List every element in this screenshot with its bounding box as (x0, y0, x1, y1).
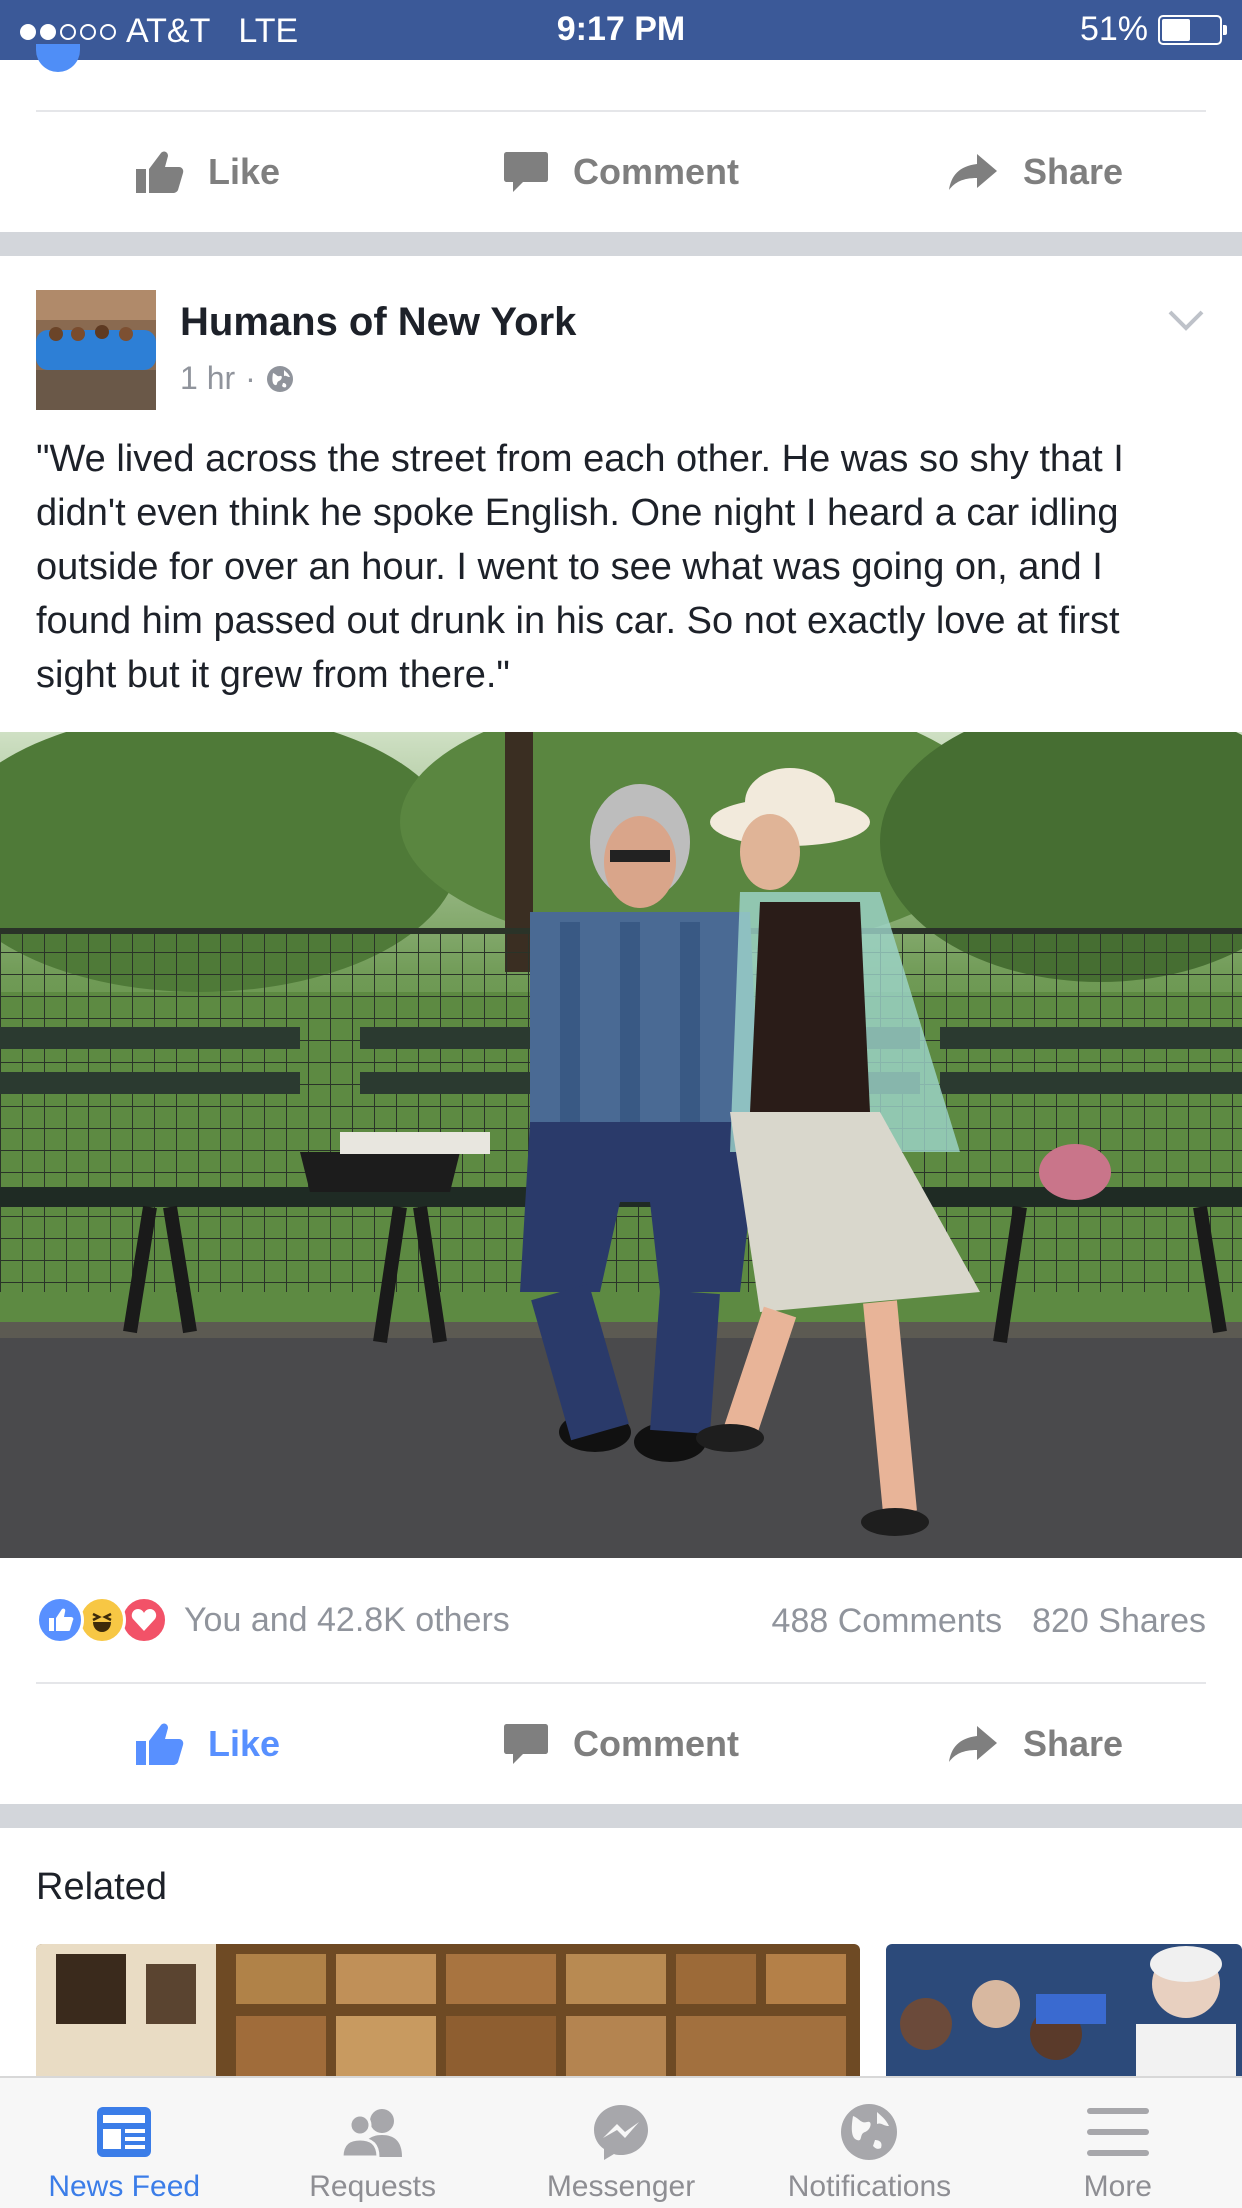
comment-label: Comment (572, 151, 739, 192)
share-label: Share (1022, 1723, 1124, 1764)
bottom-tab-bar: News Feed Requests Messenger Notificatio… (0, 2076, 1242, 2208)
like-label: Like (207, 151, 281, 192)
reactions-summary[interactable]: You and 42.8K others (36, 1596, 510, 1644)
comment-icon (503, 1724, 548, 1764)
post-action-bar: Like Comment Share (0, 1684, 1242, 1804)
tab-news-feed[interactable]: News Feed (0, 2078, 248, 2208)
like-label: Like (207, 1723, 281, 1764)
page-avatar[interactable] (36, 290, 156, 410)
feed-separator (0, 232, 1242, 256)
comment-icon (503, 152, 548, 192)
tab-messenger[interactable]: Messenger (497, 2078, 745, 2208)
globe-icon (841, 2104, 898, 2160)
engagement-counts: 488 Comments 820 Shares (772, 1602, 1206, 1641)
share-icon (948, 154, 997, 190)
like-button[interactable]: Like (0, 112, 414, 232)
comment-label: Comment (572, 1723, 739, 1764)
share-icon (948, 1726, 997, 1762)
clock: 9:17 PM (556, 10, 686, 48)
news-feed-icon (97, 2107, 152, 2157)
like-reaction-icon (36, 1596, 84, 1644)
related-item-card[interactable] (36, 1944, 860, 2076)
menu-icon (1086, 2108, 1149, 2156)
status-bar: AT&T LTE 9:17 PM 51% (0, 0, 1242, 60)
post-time[interactable]: 1 hr (180, 360, 235, 397)
chevron-down-icon[interactable] (1166, 300, 1206, 340)
page-name-link[interactable]: Humans of New York (180, 300, 576, 345)
previous-post-action-bar: Like Comment Share (0, 112, 1242, 232)
tab-more[interactable]: More (994, 2078, 1242, 2208)
tab-label: News Feed (48, 2170, 201, 2203)
tab-notifications[interactable]: Notifications (745, 2078, 993, 2208)
related-heading: Related (36, 1866, 167, 1908)
previous-post-avatar (36, 44, 80, 72)
globe-icon (266, 365, 293, 392)
messenger-icon (594, 2105, 649, 2160)
battery-percent: 51% (1079, 10, 1148, 48)
feed-separator (0, 1804, 1242, 1828)
share-label: Share (1022, 151, 1124, 192)
tab-label: Requests (309, 2170, 436, 2203)
tab-label: Notifications (787, 2170, 952, 2203)
comment-button[interactable]: Comment (414, 112, 828, 232)
like-button[interactable]: Like (0, 1684, 414, 1804)
shares-count-link[interactable]: 820 Shares (1032, 1602, 1206, 1641)
love-reaction-icon (120, 1596, 168, 1644)
haha-reaction-icon (78, 1596, 126, 1644)
share-button[interactable]: Share (828, 112, 1242, 232)
related-item-card[interactable] (886, 1944, 1242, 2076)
battery-icon (1158, 14, 1227, 45)
comment-button[interactable]: Comment (414, 1684, 828, 1804)
friends-icon (340, 2109, 402, 2159)
post-photo[interactable] (0, 732, 1242, 1558)
thumbs-up-icon (135, 1723, 184, 1765)
post-meta: 1 hr · (180, 360, 294, 397)
tab-requests[interactable]: Requests (248, 2078, 496, 2208)
tab-label: Messenger (546, 2170, 696, 2203)
share-button[interactable]: Share (828, 1684, 1242, 1804)
reactions-text: You and 42.8K others (184, 1600, 510, 1639)
thumbs-up-icon (135, 151, 184, 193)
tab-label: More (1083, 2170, 1152, 2203)
meta-separator: · (245, 360, 256, 396)
post-text: "We lived across the street from each ot… (36, 438, 1124, 696)
comments-count-link[interactable]: 488 Comments (772, 1602, 1003, 1641)
